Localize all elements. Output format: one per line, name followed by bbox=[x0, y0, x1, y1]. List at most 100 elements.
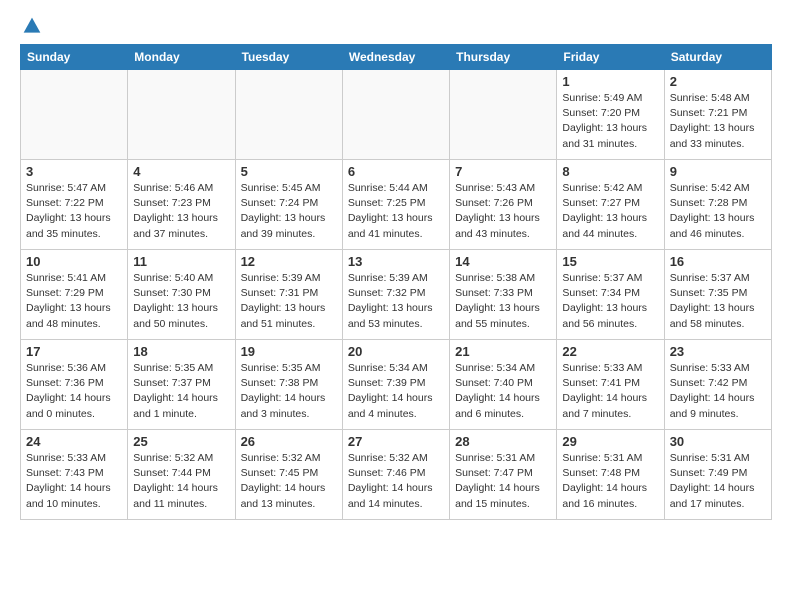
calendar-cell: 30 Sunrise: 5:31 AMSunset: 7:49 PMDayligh… bbox=[664, 430, 771, 520]
weekday-header-row: SundayMondayTuesdayWednesdayThursdayFrid… bbox=[21, 45, 772, 70]
day-info: Sunrise: 5:41 AMSunset: 7:29 PMDaylight:… bbox=[26, 271, 122, 332]
day-info: Sunrise: 5:37 AMSunset: 7:35 PMDaylight:… bbox=[670, 271, 766, 332]
week-row-2: 10 Sunrise: 5:41 AMSunset: 7:29 PMDayligh… bbox=[21, 250, 772, 340]
day-number: 17 bbox=[26, 344, 122, 359]
weekday-header-wednesday: Wednesday bbox=[342, 45, 449, 70]
day-number: 7 bbox=[455, 164, 551, 179]
day-number: 4 bbox=[133, 164, 229, 179]
calendar-cell: 16 Sunrise: 5:37 AMSunset: 7:35 PMDayligh… bbox=[664, 250, 771, 340]
day-info: Sunrise: 5:39 AMSunset: 7:31 PMDaylight:… bbox=[241, 271, 337, 332]
day-number: 14 bbox=[455, 254, 551, 269]
calendar-cell: 15 Sunrise: 5:37 AMSunset: 7:34 PMDayligh… bbox=[557, 250, 664, 340]
day-number: 10 bbox=[26, 254, 122, 269]
calendar-cell: 28 Sunrise: 5:31 AMSunset: 7:47 PMDayligh… bbox=[450, 430, 557, 520]
day-number: 23 bbox=[670, 344, 766, 359]
day-number: 28 bbox=[455, 434, 551, 449]
calendar-cell bbox=[128, 70, 235, 160]
calendar-cell: 19 Sunrise: 5:35 AMSunset: 7:38 PMDayligh… bbox=[235, 340, 342, 430]
calendar-cell: 27 Sunrise: 5:32 AMSunset: 7:46 PMDayligh… bbox=[342, 430, 449, 520]
weekday-header-saturday: Saturday bbox=[664, 45, 771, 70]
weekday-header-monday: Monday bbox=[128, 45, 235, 70]
calendar-cell: 6 Sunrise: 5:44 AMSunset: 7:25 PMDaylight… bbox=[342, 160, 449, 250]
calendar-cell: 22Sunrise: 5:33 AMSunset: 7:41 PMDayligh… bbox=[557, 340, 664, 430]
day-info: Sunrise: 5:40 AMSunset: 7:30 PMDaylight:… bbox=[133, 271, 229, 332]
day-number: 8 bbox=[562, 164, 658, 179]
day-number: 20 bbox=[348, 344, 444, 359]
day-number: 18 bbox=[133, 344, 229, 359]
day-info: Sunrise: 5:38 AMSunset: 7:33 PMDaylight:… bbox=[455, 271, 551, 332]
day-info: Sunrise: 5:35 AMSunset: 7:38 PMDaylight:… bbox=[241, 361, 337, 422]
calendar-cell: 20 Sunrise: 5:34 AMSunset: 7:39 PMDayligh… bbox=[342, 340, 449, 430]
day-number: 24 bbox=[26, 434, 122, 449]
day-number: 9 bbox=[670, 164, 766, 179]
calendar-cell: 24 Sunrise: 5:33 AMSunset: 7:43 PMDayligh… bbox=[21, 430, 128, 520]
week-row-1: 3 Sunrise: 5:47 AMSunset: 7:22 PMDaylight… bbox=[21, 160, 772, 250]
calendar-cell: 12Sunrise: 5:39 AMSunset: 7:31 PMDayligh… bbox=[235, 250, 342, 340]
day-number: 5 bbox=[241, 164, 337, 179]
day-info: Sunrise: 5:31 AMSunset: 7:48 PMDaylight:… bbox=[562, 451, 658, 512]
weekday-header-tuesday: Tuesday bbox=[235, 45, 342, 70]
calendar-cell bbox=[235, 70, 342, 160]
day-info: Sunrise: 5:48 AMSunset: 7:21 PMDaylight:… bbox=[670, 91, 766, 152]
day-number: 19 bbox=[241, 344, 337, 359]
day-number: 1 bbox=[562, 74, 658, 89]
calendar-cell: 3 Sunrise: 5:47 AMSunset: 7:22 PMDaylight… bbox=[21, 160, 128, 250]
day-number: 15 bbox=[562, 254, 658, 269]
day-info: Sunrise: 5:39 AMSunset: 7:32 PMDaylight:… bbox=[348, 271, 444, 332]
day-info: Sunrise: 5:42 AMSunset: 7:28 PMDaylight:… bbox=[670, 181, 766, 242]
day-info: Sunrise: 5:49 AMSunset: 7:20 PMDaylight:… bbox=[562, 91, 658, 152]
calendar-cell: 8Sunrise: 5:42 AMSunset: 7:27 PMDaylight… bbox=[557, 160, 664, 250]
day-number: 21 bbox=[455, 344, 551, 359]
day-number: 16 bbox=[670, 254, 766, 269]
day-number: 26 bbox=[241, 434, 337, 449]
day-info: Sunrise: 5:33 AMSunset: 7:43 PMDaylight:… bbox=[26, 451, 122, 512]
week-row-4: 24 Sunrise: 5:33 AMSunset: 7:43 PMDayligh… bbox=[21, 430, 772, 520]
calendar-cell: 7 Sunrise: 5:43 AMSunset: 7:26 PMDaylight… bbox=[450, 160, 557, 250]
day-number: 11 bbox=[133, 254, 229, 269]
day-info: Sunrise: 5:33 AMSunset: 7:41 PMDaylight:… bbox=[562, 361, 658, 422]
logo bbox=[20, 16, 42, 36]
day-info: Sunrise: 5:32 AMSunset: 7:44 PMDaylight:… bbox=[133, 451, 229, 512]
day-number: 30 bbox=[670, 434, 766, 449]
day-info: Sunrise: 5:36 AMSunset: 7:36 PMDaylight:… bbox=[26, 361, 122, 422]
calendar-cell: 25Sunrise: 5:32 AMSunset: 7:44 PMDayligh… bbox=[128, 430, 235, 520]
calendar-cell: 9 Sunrise: 5:42 AMSunset: 7:28 PMDaylight… bbox=[664, 160, 771, 250]
calendar-cell: 18 Sunrise: 5:35 AMSunset: 7:37 PMDayligh… bbox=[128, 340, 235, 430]
calendar-cell bbox=[21, 70, 128, 160]
week-row-0: 1 Sunrise: 5:49 AMSunset: 7:20 PMDaylight… bbox=[21, 70, 772, 160]
week-row-3: 17 Sunrise: 5:36 AMSunset: 7:36 PMDayligh… bbox=[21, 340, 772, 430]
calendar-cell: 13 Sunrise: 5:39 AMSunset: 7:32 PMDayligh… bbox=[342, 250, 449, 340]
day-info: Sunrise: 5:34 AMSunset: 7:39 PMDaylight:… bbox=[348, 361, 444, 422]
calendar-cell: 23Sunrise: 5:33 AMSunset: 7:42 PMDayligh… bbox=[664, 340, 771, 430]
day-info: Sunrise: 5:31 AMSunset: 7:47 PMDaylight:… bbox=[455, 451, 551, 512]
calendar-cell: 17 Sunrise: 5:36 AMSunset: 7:36 PMDayligh… bbox=[21, 340, 128, 430]
day-info: Sunrise: 5:35 AMSunset: 7:37 PMDaylight:… bbox=[133, 361, 229, 422]
calendar-cell: 10 Sunrise: 5:41 AMSunset: 7:29 PMDayligh… bbox=[21, 250, 128, 340]
calendar-cell: 21 Sunrise: 5:34 AMSunset: 7:40 PMDayligh… bbox=[450, 340, 557, 430]
header bbox=[20, 16, 772, 36]
day-number: 3 bbox=[26, 164, 122, 179]
calendar-cell: 1 Sunrise: 5:49 AMSunset: 7:20 PMDaylight… bbox=[557, 70, 664, 160]
day-number: 29 bbox=[562, 434, 658, 449]
day-number: 6 bbox=[348, 164, 444, 179]
day-info: Sunrise: 5:32 AMSunset: 7:46 PMDaylight:… bbox=[348, 451, 444, 512]
day-info: Sunrise: 5:44 AMSunset: 7:25 PMDaylight:… bbox=[348, 181, 444, 242]
day-info: Sunrise: 5:47 AMSunset: 7:22 PMDaylight:… bbox=[26, 181, 122, 242]
day-info: Sunrise: 5:43 AMSunset: 7:26 PMDaylight:… bbox=[455, 181, 551, 242]
day-info: Sunrise: 5:31 AMSunset: 7:49 PMDaylight:… bbox=[670, 451, 766, 512]
calendar-cell: 11 Sunrise: 5:40 AMSunset: 7:30 PMDayligh… bbox=[128, 250, 235, 340]
day-info: Sunrise: 5:32 AMSunset: 7:45 PMDaylight:… bbox=[241, 451, 337, 512]
day-info: Sunrise: 5:37 AMSunset: 7:34 PMDaylight:… bbox=[562, 271, 658, 332]
page: SundayMondayTuesdayWednesdayThursdayFrid… bbox=[0, 0, 792, 536]
calendar-cell: 5Sunrise: 5:45 AMSunset: 7:24 PMDaylight… bbox=[235, 160, 342, 250]
weekday-header-sunday: Sunday bbox=[21, 45, 128, 70]
day-number: 13 bbox=[348, 254, 444, 269]
calendar-cell: 14 Sunrise: 5:38 AMSunset: 7:33 PMDayligh… bbox=[450, 250, 557, 340]
calendar-cell: 2Sunrise: 5:48 AMSunset: 7:21 PMDaylight… bbox=[664, 70, 771, 160]
day-number: 27 bbox=[348, 434, 444, 449]
calendar-cell bbox=[450, 70, 557, 160]
calendar-cell: 26 Sunrise: 5:32 AMSunset: 7:45 PMDayligh… bbox=[235, 430, 342, 520]
day-info: Sunrise: 5:34 AMSunset: 7:40 PMDaylight:… bbox=[455, 361, 551, 422]
logo-icon bbox=[22, 16, 42, 36]
calendar-cell: 29 Sunrise: 5:31 AMSunset: 7:48 PMDayligh… bbox=[557, 430, 664, 520]
